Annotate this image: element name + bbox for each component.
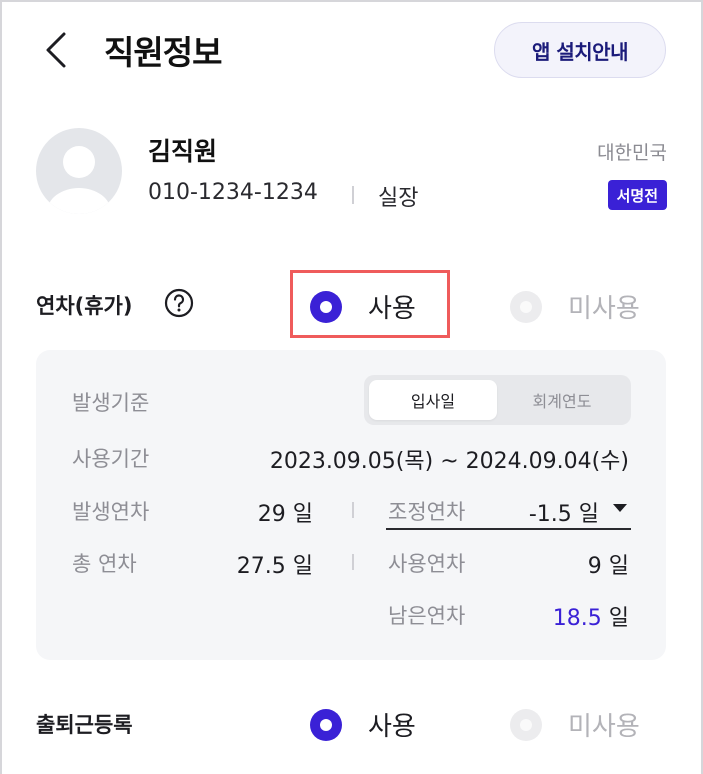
occurred-label: 발생연차 (72, 500, 150, 524)
employee-rank: 실장 (378, 186, 419, 211)
basis-option-fiscal-year[interactable]: 회계연도 (497, 380, 627, 420)
sign-status-badge: 서명전 (607, 180, 667, 210)
divider (352, 554, 354, 570)
app-install-guide-button[interactable]: 앱 설치안내 (494, 22, 666, 78)
selection-highlight (290, 270, 450, 338)
radio-unselected-icon (510, 708, 542, 741)
used-value: 9 일 (587, 554, 629, 579)
radio-unselected-icon (510, 290, 542, 323)
user-silhouette-icon (47, 146, 111, 214)
occurred-value: 29 일 (257, 502, 313, 527)
annual-leave-label: 연차(휴가) (36, 294, 133, 318)
employee-name: 김직원 (148, 137, 218, 166)
period-label: 사용기간 (72, 447, 150, 471)
divider (352, 186, 354, 204)
adjust-label: 조정연차 (388, 500, 466, 524)
used-label: 사용연차 (388, 552, 466, 576)
back-arrow-icon[interactable] (40, 30, 74, 70)
radio-label: 사용 (368, 712, 416, 742)
attendance-label: 출퇴근등록 (36, 713, 133, 737)
radio-label: 미사용 (568, 294, 640, 324)
attendance-use-radio[interactable]: 사용 (310, 706, 416, 743)
avatar (36, 128, 122, 214)
help-question-icon[interactable] (164, 288, 194, 318)
divider (352, 502, 354, 518)
page-title: 직원정보 (104, 33, 222, 72)
attendance-unused-radio[interactable]: 미사용 (510, 706, 640, 743)
employee-country: 대한민국 (597, 142, 667, 164)
total-label: 총 연차 (72, 552, 137, 576)
radio-label: 미사용 (568, 712, 640, 742)
remaining-label: 남은연차 (388, 604, 466, 628)
basis-option-join-date[interactable]: 입사일 (369, 380, 497, 420)
period-value: 2023.09.05(목) ~ 2024.09.04(수) (269, 449, 629, 474)
radio-selected-icon (310, 708, 342, 741)
employee-phone: 010-1234-1234 (148, 180, 318, 205)
annual-leave-unused-radio[interactable]: 미사용 (510, 288, 640, 325)
adjust-value: -1.5 일 (528, 502, 599, 527)
basis-label: 발생기준 (72, 391, 150, 415)
total-value: 27.5 일 (236, 554, 313, 579)
chevron-down-icon (613, 504, 627, 512)
remaining-value: 18.5 일 (552, 606, 629, 631)
